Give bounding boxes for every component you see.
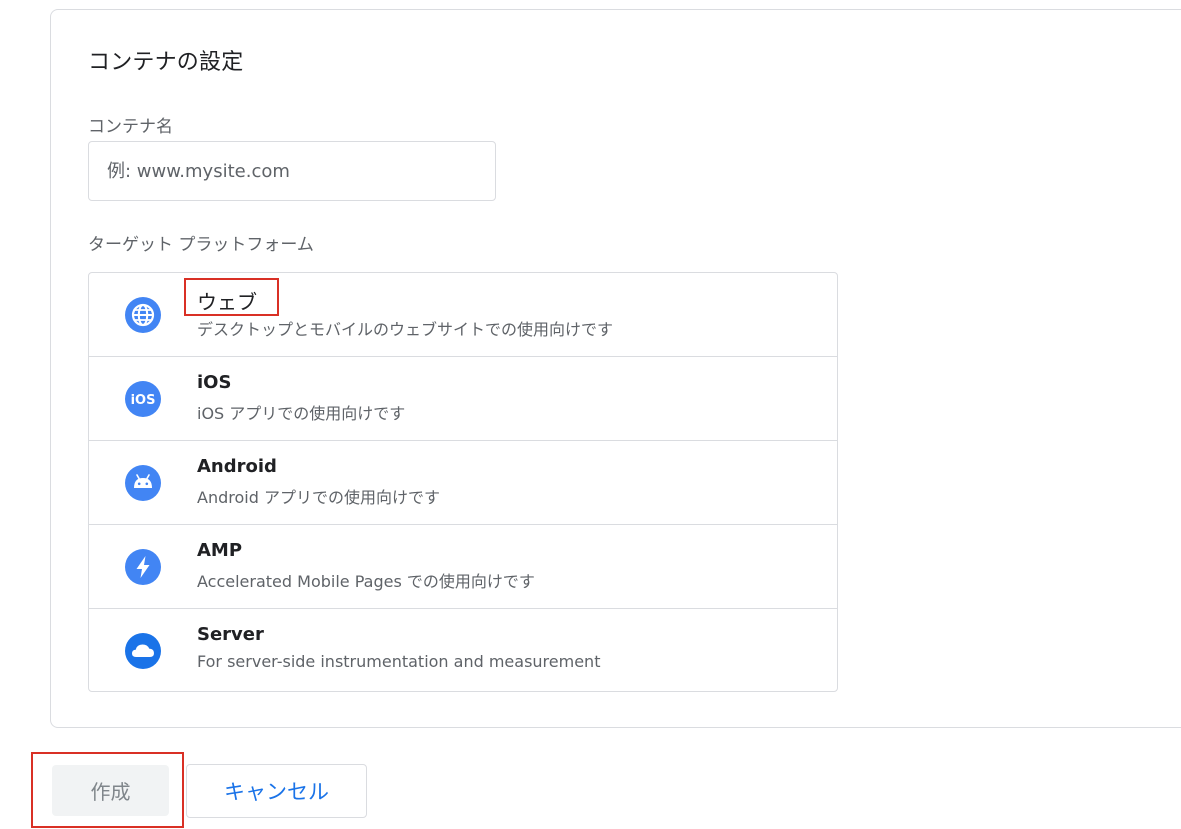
container-name-input[interactable] [88, 141, 496, 201]
create-button[interactable]: 作成 [52, 765, 169, 816]
globe-icon [125, 297, 161, 333]
lightning-bolt-icon [125, 549, 161, 585]
ios-icon: iOS [125, 381, 161, 417]
ios-icon-text: iOS [131, 393, 156, 408]
card-title: コンテナの設定 [88, 50, 244, 75]
platform-list: ウェブ デスクトップとモバイルのウェブサイトでの使用向けです iOS iOS i… [88, 272, 838, 692]
android-icon [125, 465, 161, 501]
platform-option-server[interactable]: Server For server-side instrumentation a… [89, 609, 837, 691]
platform-title-amp: AMP [197, 540, 243, 561]
container-name-label: コンテナ名 [88, 117, 173, 137]
cloud-icon [125, 633, 161, 669]
platform-option-amp[interactable]: AMP Accelerated Mobile Pages での使用向けです [89, 525, 837, 609]
platform-desc-android: Android アプリでの使用向けです [197, 488, 440, 507]
platform-desc-server: For server-side instrumentation and meas… [197, 652, 601, 671]
platform-title-ios: iOS [197, 372, 232, 393]
platform-option-web[interactable]: ウェブ デスクトップとモバイルのウェブサイトでの使用向けです [89, 273, 837, 357]
platform-option-ios[interactable]: iOS iOS iOS アプリでの使用向けです [89, 357, 837, 441]
platform-title-web: ウェブ [197, 290, 257, 314]
platform-desc-ios: iOS アプリでの使用向けです [197, 404, 406, 423]
platform-title-server: Server [197, 624, 264, 645]
cancel-button[interactable]: キャンセル [186, 764, 367, 818]
platform-option-android[interactable]: Android Android アプリでの使用向けです [89, 441, 837, 525]
platform-desc-web: デスクトップとモバイルのウェブサイトでの使用向けです [197, 320, 614, 339]
platform-title-android: Android [197, 456, 277, 477]
target-platform-label: ターゲット プラットフォーム [88, 235, 314, 255]
platform-desc-amp: Accelerated Mobile Pages での使用向けです [197, 572, 535, 591]
